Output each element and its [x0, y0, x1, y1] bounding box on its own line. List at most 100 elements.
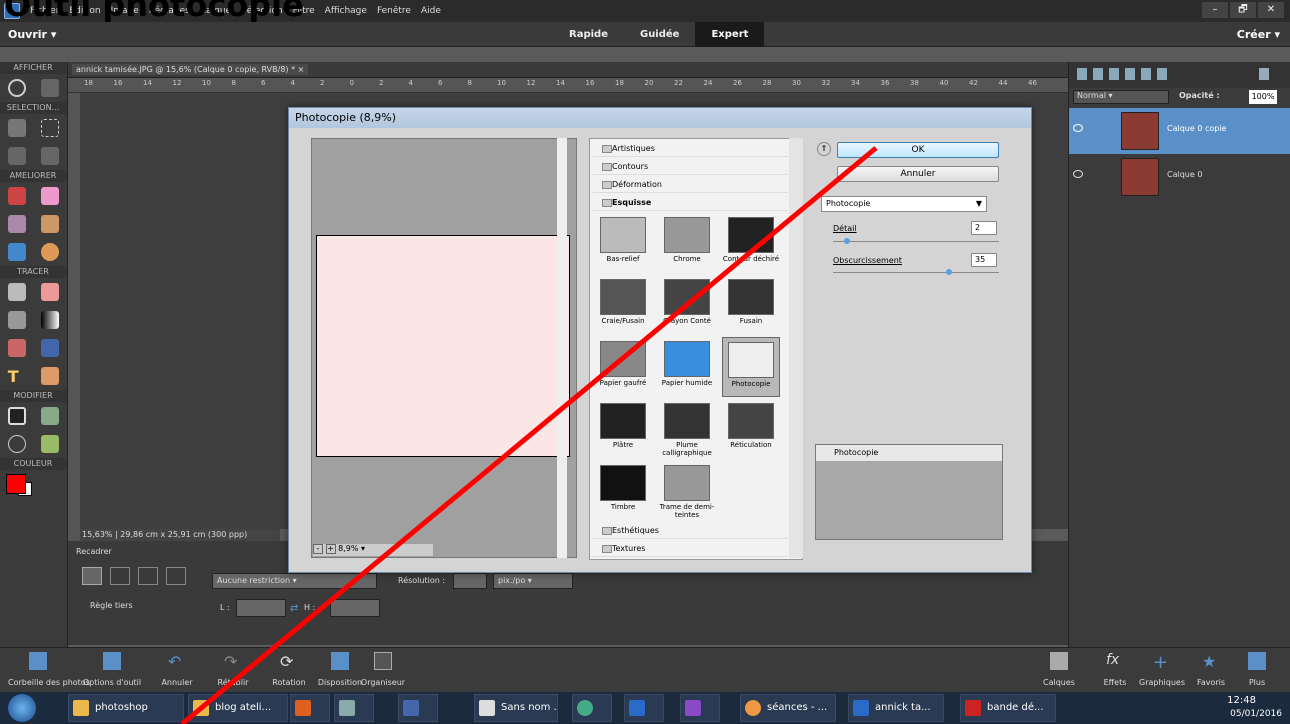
- darkness-input[interactable]: 35: [971, 253, 997, 267]
- resolution-unit-select[interactable]: pix./po ▾: [493, 573, 573, 589]
- filter-papier-humide[interactable]: Papier humide: [658, 337, 716, 397]
- filter-list-scrollbar[interactable]: [789, 138, 803, 558]
- resolution-input[interactable]: [453, 573, 487, 589]
- swap-icon[interactable]: ⇄: [290, 603, 298, 614]
- tab-guidee[interactable]: Guidée: [624, 22, 695, 47]
- layers-button[interactable]: Calques: [1034, 648, 1084, 693]
- gradient-icon[interactable]: [41, 311, 60, 329]
- darkness-track[interactable]: [833, 272, 999, 273]
- category-textures[interactable]: Textures: [592, 541, 788, 557]
- grid-thirds-button[interactable]: [82, 567, 102, 585]
- tool-options-button[interactable]: Options d'outil: [82, 648, 142, 693]
- filter-fusain[interactable]: Fusain: [722, 275, 780, 335]
- category-contours[interactable]: Contours: [592, 159, 788, 175]
- darkness-slider[interactable]: [946, 269, 953, 275]
- filter-trame-demi-teintes[interactable]: Trame de demi-teintes: [658, 461, 716, 521]
- task-app-4[interactable]: [572, 694, 612, 722]
- layer-actions-icon[interactable]: [1077, 68, 1167, 80]
- filter-select[interactable]: Photocopie ▼: [821, 196, 987, 212]
- filter-contour-dechire[interactable]: Contour déchiré: [722, 213, 780, 273]
- preview-scrollbar[interactable]: [557, 138, 567, 558]
- zoom-in-button[interactable]: +: [325, 544, 336, 554]
- straighten-icon[interactable]: [41, 435, 60, 453]
- task-app-2[interactable]: [334, 694, 374, 722]
- menu-fenetre[interactable]: Fenêtre: [377, 6, 411, 16]
- category-esthetiques[interactable]: Esthétiques: [592, 523, 788, 539]
- task-sans-nom[interactable]: Sans nom ...: [474, 694, 558, 722]
- quick-select-icon[interactable]: [41, 147, 60, 165]
- more-button[interactable]: Plus: [1232, 648, 1282, 693]
- blur-icon[interactable]: [7, 243, 26, 261]
- hand-icon[interactable]: [41, 79, 60, 97]
- opacity-input[interactable]: 100%: [1249, 90, 1277, 104]
- tab-rapide[interactable]: Rapide: [553, 22, 624, 47]
- undo-button[interactable]: ↶ Annuler: [156, 648, 198, 693]
- marquee-icon[interactable]: [41, 119, 60, 137]
- detail-slider[interactable]: [843, 238, 850, 244]
- category-esquisse[interactable]: Esquisse: [592, 195, 788, 211]
- layer-row-1[interactable]: Calque 0: [1069, 154, 1290, 200]
- create-button[interactable]: Créer ▾: [1237, 28, 1280, 41]
- restriction-select[interactable]: Aucune restriction ▾: [212, 573, 377, 589]
- task-bande[interactable]: bande dé...: [960, 694, 1056, 722]
- shape-icon[interactable]: [41, 339, 60, 357]
- task-photoshop[interactable]: photoshop: [68, 694, 184, 722]
- grid-off-button[interactable]: [166, 567, 186, 585]
- type-icon[interactable]: T: [8, 367, 26, 386]
- menu-affichage[interactable]: Affichage: [325, 6, 367, 16]
- lasso-icon[interactable]: [7, 147, 26, 165]
- minimize-button[interactable]: –: [1202, 2, 1228, 18]
- filter-photocopie[interactable]: Photocopie: [722, 337, 780, 397]
- filter-papier-gaufre[interactable]: Papier gaufré: [594, 337, 652, 397]
- sponge-icon[interactable]: [41, 243, 60, 261]
- clone-stamp-icon[interactable]: [41, 215, 60, 233]
- collapse-icon[interactable]: ⇑: [817, 142, 831, 156]
- task-app-1[interactable]: [290, 694, 330, 722]
- width-input[interactable]: [236, 599, 286, 617]
- recompose-icon[interactable]: [41, 407, 60, 425]
- organizer-button[interactable]: Organiseur: [358, 648, 408, 693]
- task-app-3[interactable]: [398, 694, 438, 722]
- close-button[interactable]: ✕: [1258, 2, 1284, 18]
- eyedropper-icon[interactable]: [7, 339, 26, 357]
- brush-icon[interactable]: [7, 283, 26, 301]
- filter-plume-calligraphique[interactable]: Plume calligraphique: [658, 399, 716, 459]
- zoom-value[interactable]: 8,9%: [338, 544, 358, 553]
- category-artistiques[interactable]: Artistiques: [592, 141, 788, 157]
- blend-mode-select[interactable]: Normal ▾: [1073, 90, 1169, 104]
- cancel-button[interactable]: Annuler: [837, 166, 999, 182]
- clock-time[interactable]: 12:48: [1227, 695, 1256, 706]
- effects-button[interactable]: fx Effets: [1090, 648, 1140, 693]
- bucket-icon[interactable]: [7, 311, 26, 329]
- effect-layer-row[interactable]: Photocopie: [816, 445, 1002, 461]
- detail-input[interactable]: 2: [971, 221, 997, 235]
- filter-preview[interactable]: [311, 138, 577, 558]
- photo-bin-button[interactable]: Corbeille des photos: [8, 648, 90, 693]
- task-blog[interactable]: blog ateli...: [188, 694, 288, 722]
- visibility-icon[interactable]: [1073, 124, 1083, 132]
- detail-track[interactable]: [833, 241, 999, 242]
- menu-aide[interactable]: Aide: [421, 6, 441, 16]
- filter-craie-fusain[interactable]: Craie/Fusain: [594, 275, 652, 335]
- grid-button[interactable]: [110, 567, 130, 585]
- tab-expert[interactable]: Expert: [695, 22, 765, 47]
- zoom-control[interactable]: - + 8,9% ▾: [313, 544, 433, 556]
- trash-icon[interactable]: [1259, 68, 1269, 80]
- ok-button[interactable]: OK: [837, 142, 999, 158]
- content-move-icon[interactable]: [7, 435, 26, 453]
- zoom-out-button[interactable]: -: [313, 544, 323, 554]
- zoom-icon[interactable]: [7, 79, 26, 97]
- filter-bas-relief[interactable]: Bas-relief: [594, 213, 652, 273]
- eraser-icon[interactable]: [41, 283, 60, 301]
- open-button[interactable]: Ouvrir ▾: [8, 28, 56, 41]
- height-input[interactable]: [330, 599, 380, 617]
- foreground-color-swatch[interactable]: [6, 474, 26, 494]
- crop-icon[interactable]: [7, 407, 26, 425]
- filter-platre[interactable]: Plâtre: [594, 399, 652, 459]
- graphics-button[interactable]: + Graphiques: [1134, 648, 1190, 693]
- task-app-6[interactable]: [680, 694, 720, 722]
- layer-row-0[interactable]: Calque 0 copie: [1069, 108, 1290, 154]
- red-eye-icon[interactable]: [7, 187, 26, 205]
- restore-button[interactable]: 🗗: [1230, 2, 1256, 18]
- filter-timbre[interactable]: Timbre: [594, 461, 652, 521]
